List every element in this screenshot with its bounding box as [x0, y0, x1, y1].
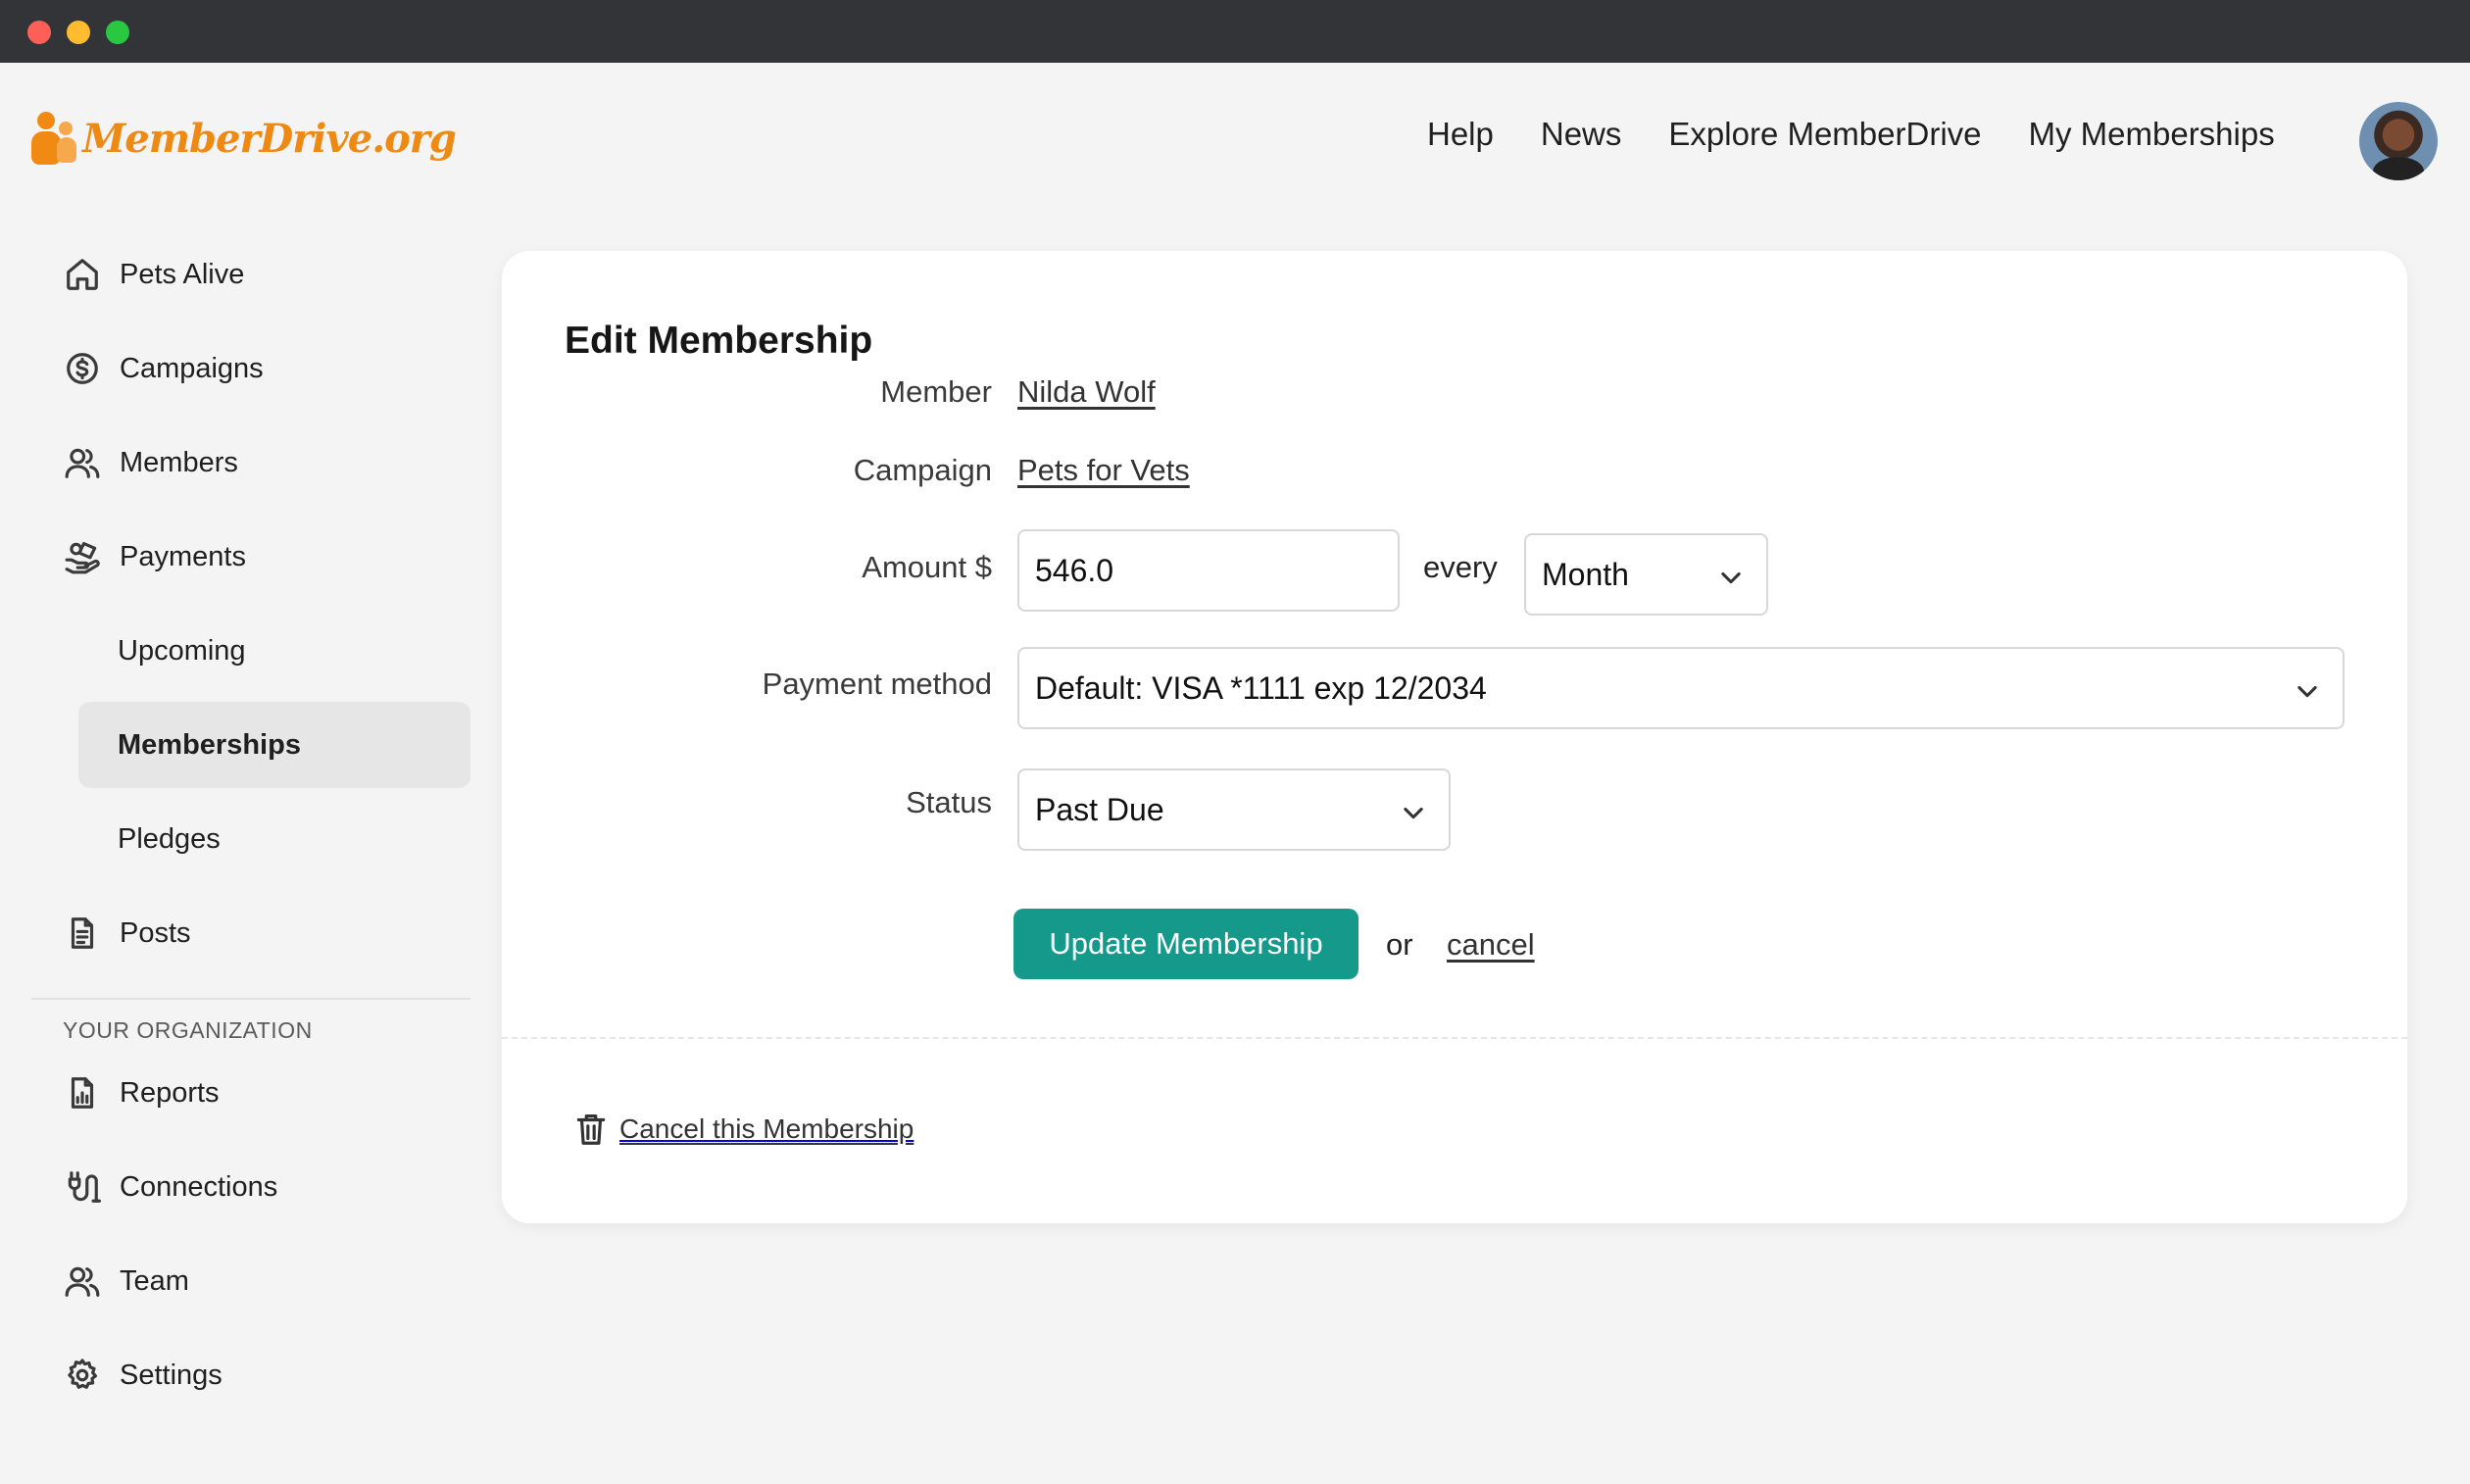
user-avatar[interactable]: [2359, 102, 2438, 180]
sidebar-item-label: Connections: [120, 1170, 278, 1203]
page-title: Edit Membership: [565, 320, 873, 362]
sidebar-item-settings[interactable]: Settings: [31, 1332, 470, 1418]
chevron-down-icon: [2294, 676, 2321, 704]
sidebar-item-pets-alive[interactable]: Pets Alive: [31, 231, 470, 318]
sidebar-item-memberships[interactable]: Memberships: [78, 702, 470, 788]
chevron-down-icon: [1400, 798, 1427, 825]
status-select[interactable]: Past Due: [1017, 768, 1451, 851]
sidebar-item-reports[interactable]: Reports: [31, 1050, 470, 1136]
sidebar-item-label: Upcoming: [118, 634, 246, 667]
logo-people-icon: [29, 110, 76, 167]
sidebar-item-label: Posts: [120, 916, 191, 949]
member-label: Member: [880, 374, 992, 409]
sidebar-item-label: Campaigns: [120, 352, 264, 384]
sidebar-item-connections[interactable]: Connections: [31, 1144, 470, 1230]
sidebar-item-payments[interactable]: Payments: [31, 514, 470, 600]
trash-icon: [572, 1110, 610, 1149]
sidebar-item-upcoming[interactable]: Upcoming: [31, 608, 470, 694]
report-icon: [63, 1073, 102, 1113]
amount-value: 546.0: [1035, 552, 1114, 588]
status-value: Past Due: [1035, 791, 1164, 827]
sidebar-item-label: Memberships: [118, 728, 301, 761]
sidebar-item-pledges[interactable]: Pledges: [31, 796, 470, 882]
cancel-membership-link[interactable]: Cancel this Membership: [572, 1110, 914, 1149]
payment-method-value: Default: VISA *1111 exp 12/2034: [1035, 669, 1487, 706]
sidebar-item-label: Members: [120, 446, 238, 478]
frequency-select[interactable]: Month: [1524, 533, 1768, 616]
sidebar-item-label: Pledges: [118, 822, 221, 855]
maximize-window-button[interactable]: [106, 21, 129, 44]
sidebar-item-label: Team: [120, 1264, 189, 1297]
payments-icon: [63, 537, 102, 576]
amount-label: Amount $: [862, 550, 992, 584]
sidebar-divider: [31, 998, 470, 1000]
users-icon: [63, 1261, 102, 1301]
sidebar-item-label: Payments: [120, 540, 246, 572]
frequency-value: Month: [1542, 556, 1629, 592]
or-text: or: [1386, 927, 1413, 962]
sidebar-item-label: Settings: [120, 1359, 222, 1391]
dollar-circle-icon: [63, 349, 102, 388]
brand-name: MemberDrive.org: [82, 115, 457, 162]
top-navigation: Help News Explore MemberDrive My Members…: [1427, 110, 2322, 159]
sidebar-item-members[interactable]: Members: [31, 420, 470, 506]
nav-my-memberships[interactable]: My Memberships: [2029, 116, 2275, 153]
update-membership-button[interactable]: Update Membership: [1013, 909, 1358, 979]
users-icon: [63, 443, 102, 482]
every-text: every: [1423, 550, 1498, 584]
minimize-window-button[interactable]: [67, 21, 90, 44]
section-divider: [502, 1037, 2407, 1039]
cancel-membership-label: Cancel this Membership: [619, 1113, 914, 1144]
cancel-link[interactable]: cancel: [1447, 927, 1535, 963]
close-window-button[interactable]: [27, 21, 51, 44]
campaign-label: Campaign: [853, 453, 992, 487]
status-label: Status: [906, 785, 992, 819]
chevron-down-icon: [1717, 563, 1745, 590]
sidebar-item-posts[interactable]: Posts: [31, 890, 470, 976]
section-label-your-organization: YOUR ORGANIZATION: [63, 1017, 313, 1043]
sidebar: Pets Alive Campaigns Members Payments Up…: [31, 231, 470, 1426]
sidebar-item-team[interactable]: Team: [31, 1238, 470, 1324]
campaign-link[interactable]: Pets for Vets: [1017, 453, 1190, 488]
sidebar-item-campaigns[interactable]: Campaigns: [31, 325, 470, 412]
gear-icon: [63, 1356, 102, 1395]
home-icon: [63, 255, 102, 294]
document-icon: [63, 914, 102, 953]
sidebar-item-label: Pets Alive: [120, 258, 245, 290]
payment-method-label: Payment method: [762, 667, 992, 701]
nav-news[interactable]: News: [1541, 116, 1622, 153]
amount-input[interactable]: 546.0: [1017, 529, 1400, 612]
nav-help[interactable]: Help: [1427, 116, 1494, 153]
window-titlebar: [0, 0, 2470, 63]
sidebar-item-label: Reports: [120, 1076, 220, 1109]
brand-logo[interactable]: MemberDrive.org: [29, 110, 457, 167]
plug-icon: [63, 1167, 102, 1207]
member-link[interactable]: Nilda Wolf: [1017, 374, 1156, 410]
edit-membership-card: Edit Membership Member Nilda Wolf Campai…: [502, 251, 2407, 1223]
payment-method-select[interactable]: Default: VISA *1111 exp 12/2034: [1017, 647, 2345, 729]
nav-explore[interactable]: Explore MemberDrive: [1668, 116, 1981, 153]
